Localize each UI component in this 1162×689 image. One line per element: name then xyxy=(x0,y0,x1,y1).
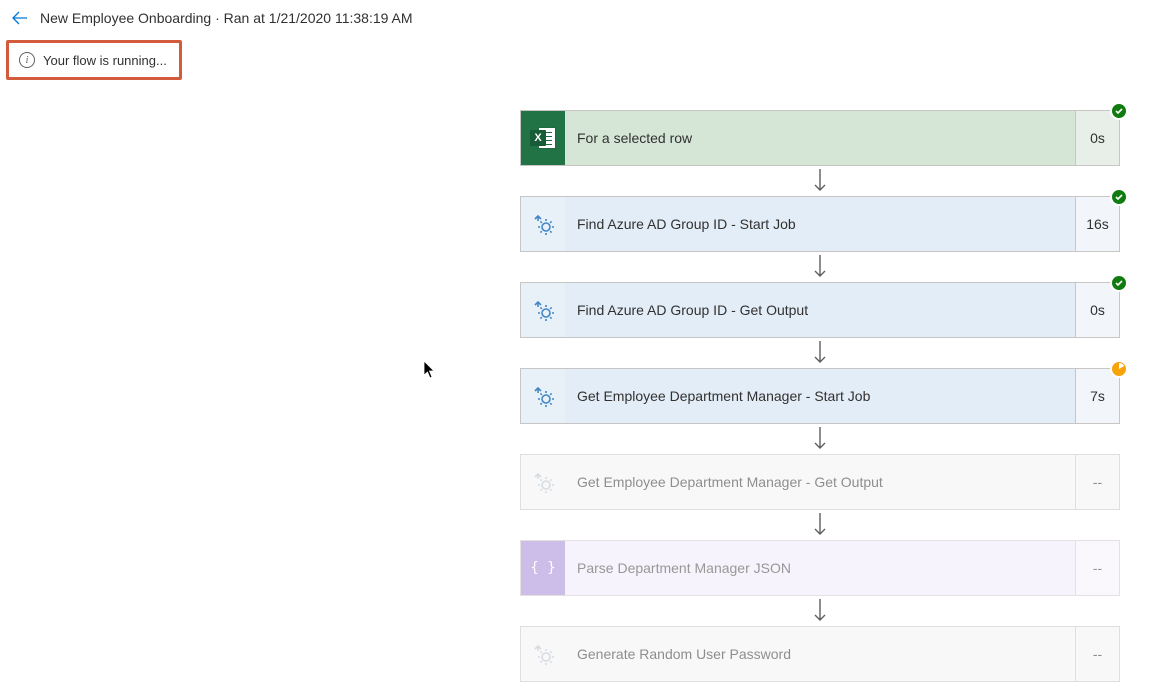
flow-step-duration: 0s xyxy=(1075,111,1119,165)
page-header: New Employee Onboarding · Ran at 1/21/20… xyxy=(0,0,1162,36)
flow-run-diagram: XFor a selected row0s Find Azure AD Grou… xyxy=(520,110,1120,682)
automation-icon xyxy=(521,369,565,423)
json-icon: { } xyxy=(521,541,565,595)
page-title: New Employee Onboarding · Ran at 1/21/20… xyxy=(40,10,413,26)
arrow-left-icon xyxy=(12,10,28,26)
flow-step-duration: -- xyxy=(1075,627,1119,681)
automation-icon xyxy=(521,197,565,251)
flow-connector-arrow-icon xyxy=(811,596,829,626)
flow-step-label: Get Employee Department Manager - Start … xyxy=(565,369,1075,423)
flow-step[interactable]: Find Azure AD Group ID - Get Output0s xyxy=(520,282,1120,338)
flow-status-text: Your flow is running... xyxy=(43,53,167,68)
flow-step-label: Generate Random User Password xyxy=(565,627,1075,681)
running-status-icon xyxy=(1110,360,1128,378)
flow-step-duration: 16s xyxy=(1075,197,1119,251)
excel-icon: X xyxy=(521,111,565,165)
flow-step-duration: -- xyxy=(1075,541,1119,595)
flow-step: { }Parse Department Manager JSON-- xyxy=(520,540,1120,596)
flow-step: Get Employee Department Manager - Get Ou… xyxy=(520,454,1120,510)
success-status-icon xyxy=(1110,274,1128,292)
flow-step-label: For a selected row xyxy=(565,111,1075,165)
flow-step[interactable]: Find Azure AD Group ID - Start Job16s xyxy=(520,196,1120,252)
flow-step-duration: 0s xyxy=(1075,283,1119,337)
flow-connector-arrow-icon xyxy=(811,424,829,454)
automation-icon xyxy=(521,455,565,509)
back-button[interactable] xyxy=(10,8,30,28)
flow-step-label: Find Azure AD Group ID - Get Output xyxy=(565,283,1075,337)
flow-step-duration: 7s xyxy=(1075,369,1119,423)
success-status-icon xyxy=(1110,188,1128,206)
mouse-cursor-icon xyxy=(423,360,437,385)
automation-icon xyxy=(521,627,565,681)
flow-connector-arrow-icon xyxy=(811,166,829,196)
flow-connector-arrow-icon xyxy=(811,510,829,540)
info-icon: i xyxy=(19,52,35,68)
flow-connector-arrow-icon xyxy=(811,252,829,282)
flow-step: Generate Random User Password-- xyxy=(520,626,1120,682)
flow-step[interactable]: Get Employee Department Manager - Start … xyxy=(520,368,1120,424)
flow-status-banner: i Your flow is running... xyxy=(6,40,182,80)
flow-step-duration: -- xyxy=(1075,455,1119,509)
flow-step-label: Parse Department Manager JSON xyxy=(565,541,1075,595)
flow-step-label: Find Azure AD Group ID - Start Job xyxy=(565,197,1075,251)
automation-icon xyxy=(521,283,565,337)
flow-connector-arrow-icon xyxy=(811,338,829,368)
flow-step-label: Get Employee Department Manager - Get Ou… xyxy=(565,455,1075,509)
success-status-icon xyxy=(1110,102,1128,120)
flow-step[interactable]: XFor a selected row0s xyxy=(520,110,1120,166)
